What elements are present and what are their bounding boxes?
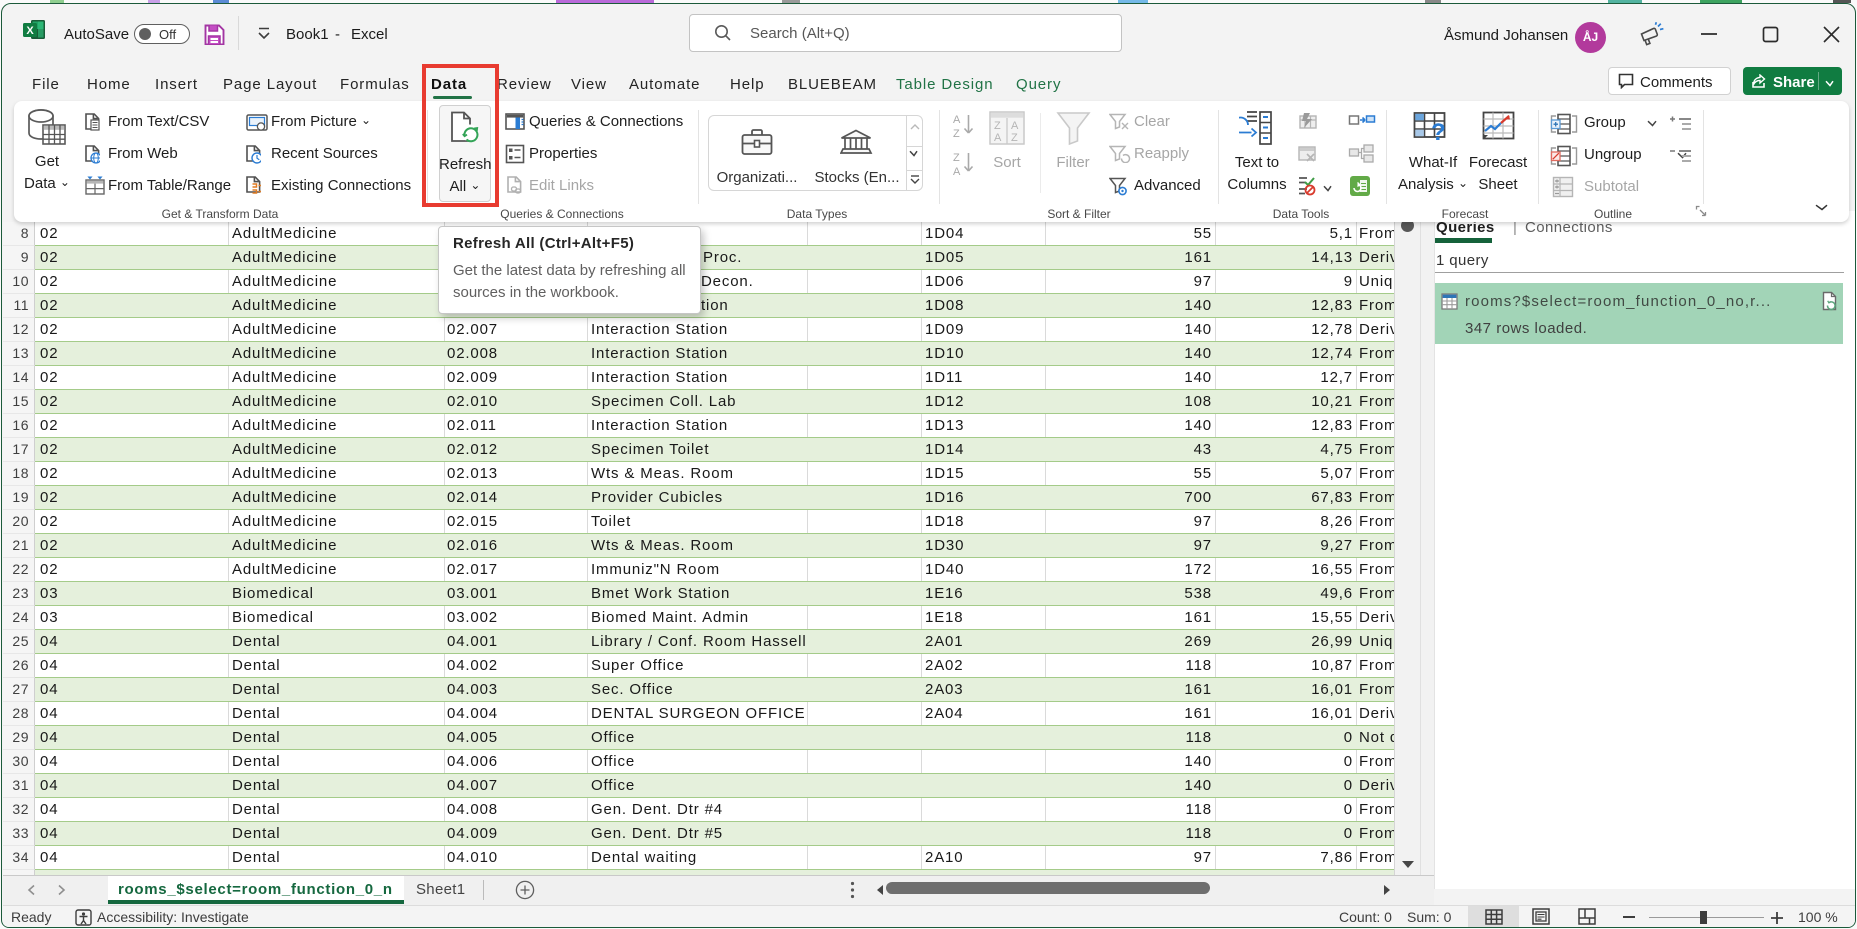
svg-text:A: A bbox=[953, 166, 961, 178]
svg-text:?: ? bbox=[1431, 119, 1446, 141]
svg-text:A: A bbox=[953, 114, 961, 126]
svg-text:Z: Z bbox=[994, 120, 1001, 132]
svg-text:A: A bbox=[1011, 120, 1019, 132]
svg-text:X: X bbox=[26, 25, 34, 37]
svg-text:Z: Z bbox=[953, 128, 960, 140]
svg-text:Z: Z bbox=[1011, 132, 1018, 144]
svg-text:A: A bbox=[994, 132, 1002, 144]
svg-text:Z: Z bbox=[953, 152, 960, 164]
